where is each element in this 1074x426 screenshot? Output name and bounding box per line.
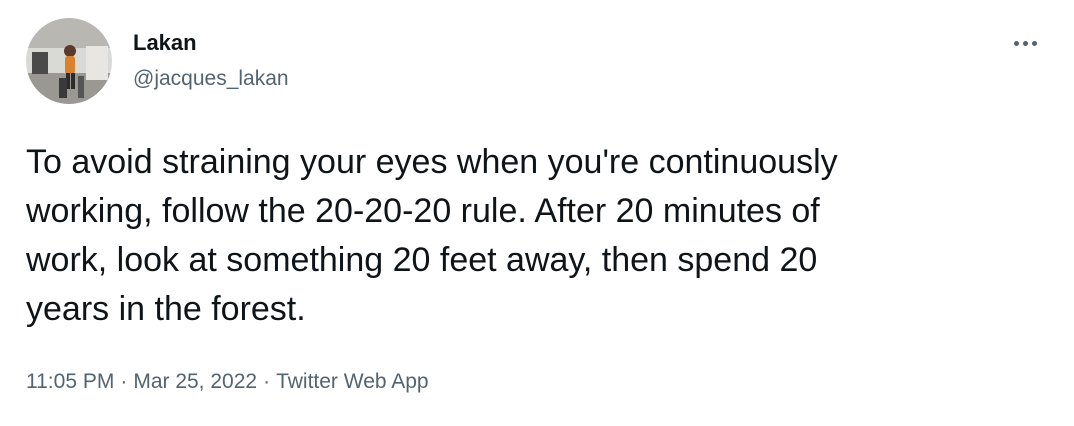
- tweet-card: Lakan @jacques_lakan To avoid straining …: [0, 0, 1074, 426]
- tweet-metadata: 11:05 PM · Mar 25, 2022 · Twitter Web App: [26, 368, 429, 396]
- more-options-button[interactable]: [1002, 26, 1048, 60]
- tweet-time: 11:05 PM: [26, 370, 115, 393]
- more-horizontal-icon: [1013, 40, 1019, 46]
- meta-separator: ·: [263, 370, 271, 393]
- user-handle[interactable]: @jacques_lakan: [133, 66, 289, 92]
- avatar-photo-icon: [26, 18, 112, 104]
- tweet-timestamp-link[interactable]: 11:05 PM · Mar 25, 2022: [26, 370, 257, 393]
- meta-separator: ·: [120, 370, 128, 393]
- more-horizontal-icon: [1022, 40, 1028, 46]
- tweet-date: Mar 25, 2022: [133, 370, 258, 393]
- more-horizontal-icon: [1031, 40, 1037, 46]
- display-name[interactable]: Lakan: [133, 30, 197, 56]
- avatar[interactable]: [26, 18, 112, 104]
- tweet-source-link[interactable]: Twitter Web App: [276, 370, 429, 393]
- tweet-text: To avoid straining your eyes when you're…: [26, 143, 838, 328]
